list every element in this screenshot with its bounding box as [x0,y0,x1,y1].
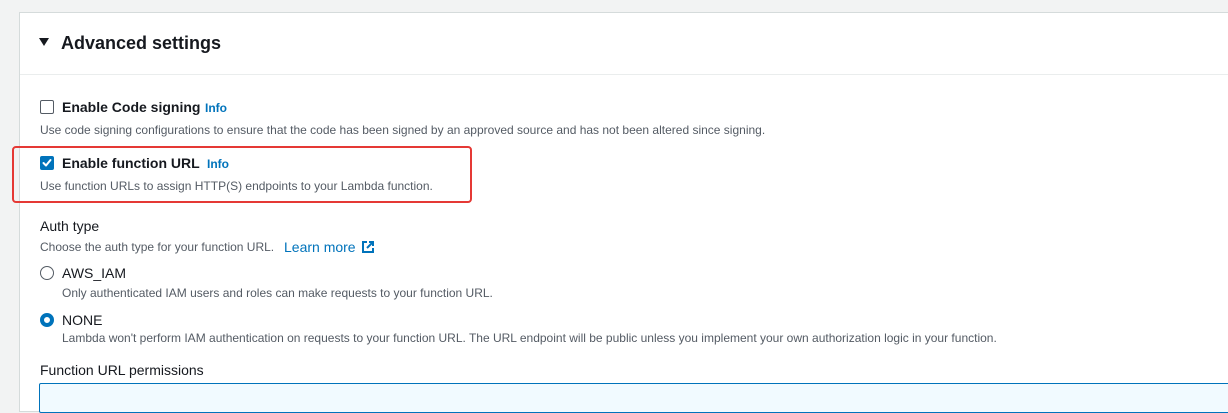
advanced-settings-title: Advanced settings [61,33,222,53]
external-link-icon[interactable] [361,240,375,254]
radio-none-description: Lambda won't perform IAM authentication … [62,331,997,345]
radio-none[interactable] [40,313,54,327]
enable-code-signing-checkbox[interactable] [40,100,54,114]
learn-more-link[interactable]: Learn more [284,238,356,256]
advanced-settings-header[interactable]: Advanced settings [20,13,1228,75]
radio-aws-iam-label[interactable]: AWS_IAM [62,264,126,282]
radio-aws-iam-description: Only authenticated IAM users and roles c… [62,286,493,300]
function-url-permissions-label: Function URL permissions [40,362,204,378]
radio-aws-iam[interactable] [40,266,54,280]
radio-none-label[interactable]: NONE [62,311,102,329]
enable-function-url-checkbox[interactable] [40,156,54,170]
enable-function-url-label[interactable]: Enable function URL [62,154,200,172]
code-signing-info-link[interactable]: Info [205,100,227,116]
auth-type-label: Auth type [40,218,100,234]
function-url-description: Use function URLs to assign HTTP(S) endp… [40,179,433,193]
function-url-info-link[interactable]: Info [207,156,229,172]
checkmark-icon [42,159,52,167]
code-signing-description: Use code signing configurations to ensur… [40,123,766,137]
caret-down-icon[interactable] [39,38,49,46]
function-url-permissions-box[interactable] [39,383,1228,413]
enable-code-signing-label[interactable]: Enable Code signing [62,98,200,116]
advanced-settings-panel: Advanced settings [19,12,1228,412]
auth-type-description: Choose the auth type for your function U… [40,240,275,254]
